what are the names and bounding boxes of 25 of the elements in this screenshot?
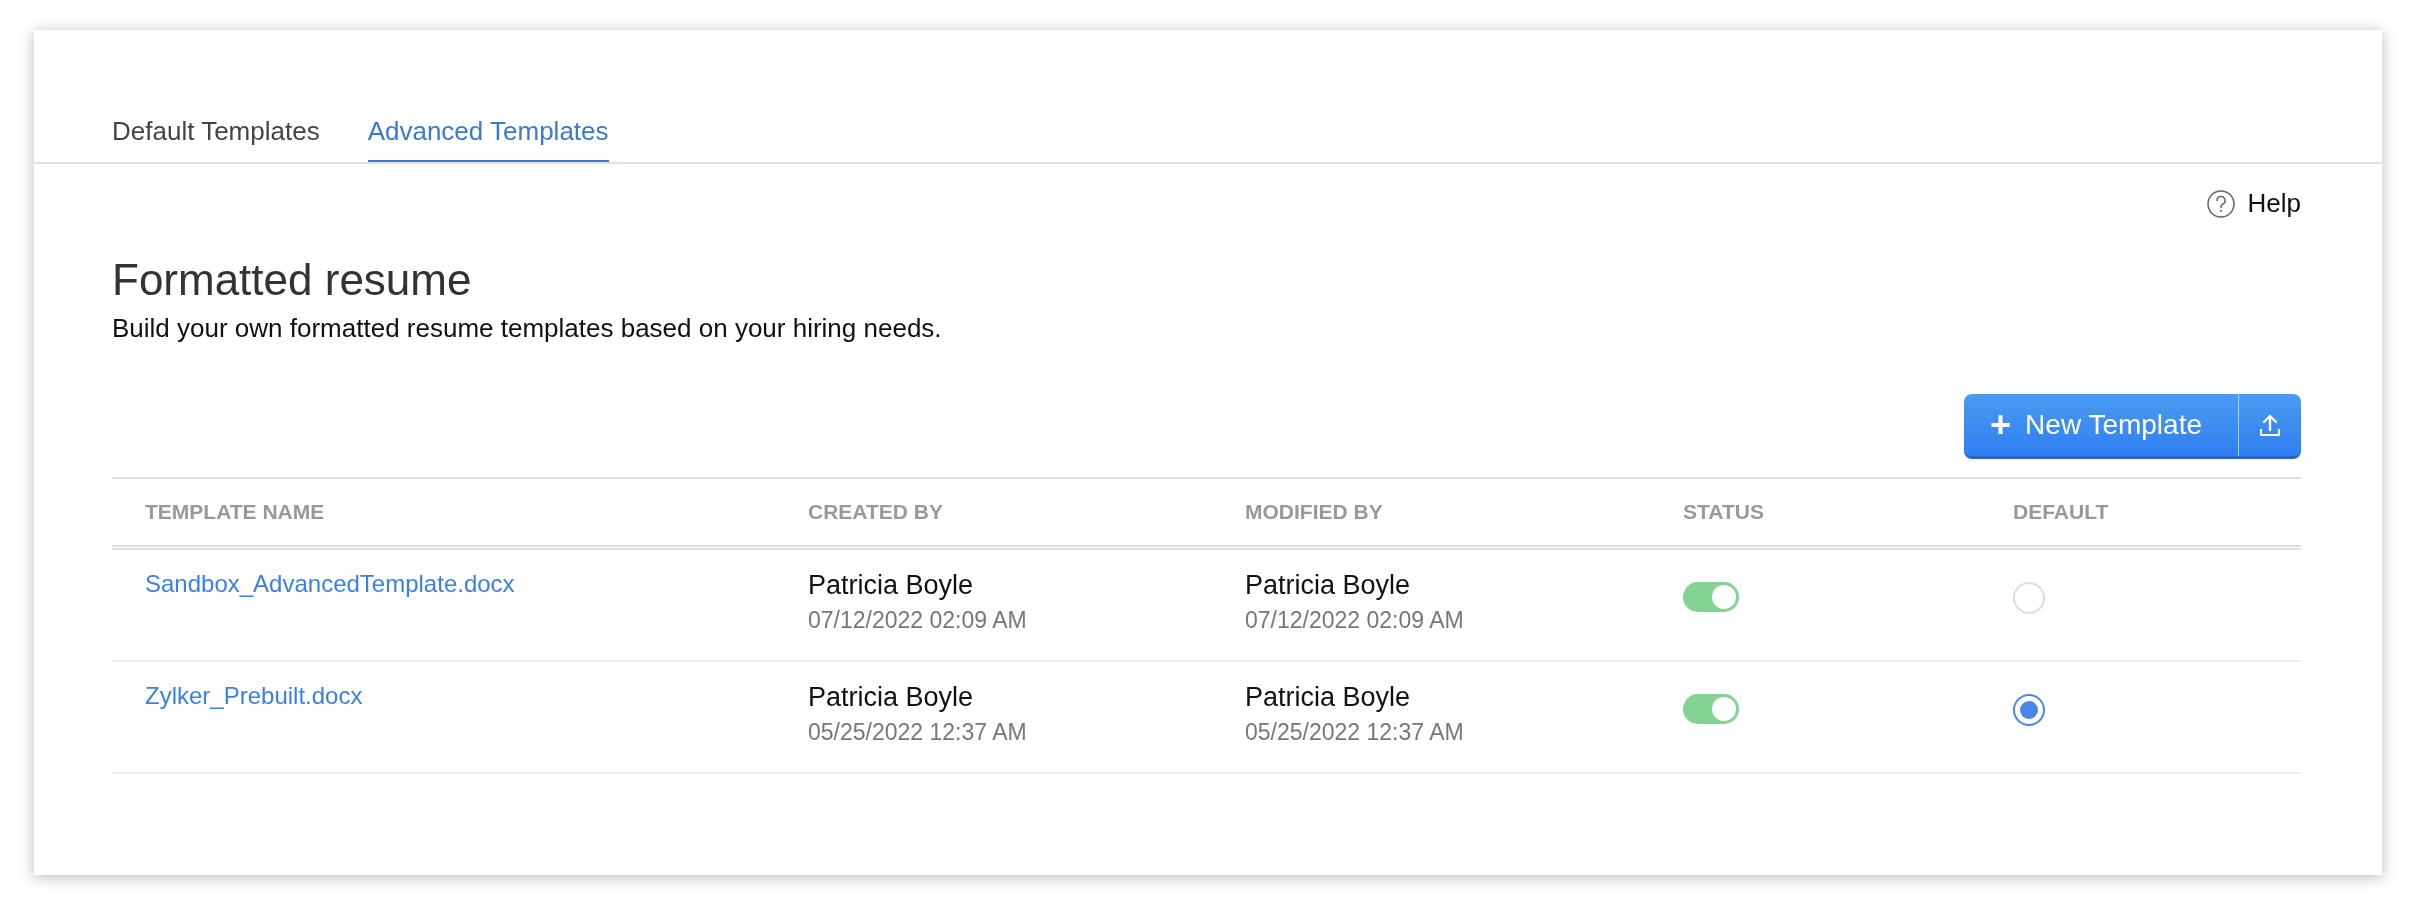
modified-date: 07/12/2022 02:09 AM xyxy=(1245,607,1465,634)
tab[interactable]: Advanced Templates xyxy=(367,102,609,162)
template-link[interactable]: Zylker_Prebuilt.docx xyxy=(145,682,363,709)
help-icon xyxy=(2205,188,2236,219)
column-header: STATUS xyxy=(1682,500,1765,524)
status-toggle[interactable] xyxy=(1683,582,1739,612)
column-header: CREATED BY xyxy=(807,500,944,524)
creator-name: Patricia Boyle xyxy=(808,570,975,601)
created-date: 07/12/2022 02:09 AM xyxy=(808,607,1028,634)
created-date: 05/25/2022 12:37 AM xyxy=(808,719,1028,746)
tab[interactable]: Default Templates xyxy=(112,102,320,162)
page-description: Build your own formatted resume templates based on your hiring needs. xyxy=(112,313,943,344)
status-toggle[interactable] xyxy=(1683,694,1739,724)
modified-date: 05/25/2022 12:37 AM xyxy=(1245,719,1465,746)
default-radio[interactable] xyxy=(2013,694,2045,726)
page-title: Formatted resume xyxy=(112,255,473,305)
column-header: DEFAULT xyxy=(2012,500,2110,524)
column-header: MODIFIED BY xyxy=(1244,500,1384,524)
creator-name: Patricia Boyle xyxy=(808,682,975,713)
upload-icon xyxy=(2259,413,2281,437)
modifier-name: Patricia Boyle xyxy=(1245,570,1412,601)
column-header: TEMPLATE NAME xyxy=(144,500,326,524)
template-link[interactable]: Sandbox_AdvancedTemplate.docx xyxy=(145,570,515,597)
help-link[interactable]: Help xyxy=(2205,188,2301,219)
modifier-name: Patricia Boyle xyxy=(1245,682,1412,713)
